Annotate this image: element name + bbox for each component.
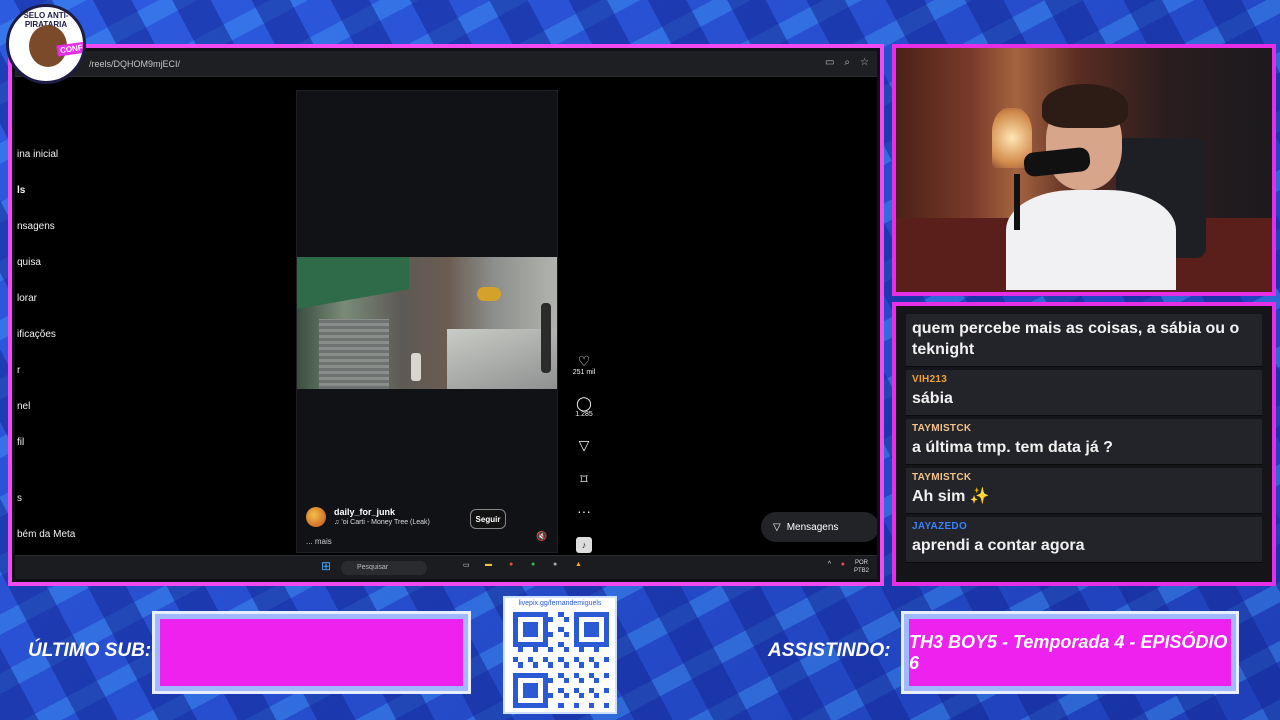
sidebar-item-dashboard[interactable]: nel (17, 401, 30, 412)
livepix-qr: livepix.gg/fernandemiguels (503, 596, 617, 714)
taskbar-search-label: Pesquisar (357, 564, 389, 571)
browser-toolbar: ▭ ⌕ ☆ (825, 57, 869, 68)
taskbar-search[interactable]: Pesquisar (341, 561, 427, 575)
last-sub-box (152, 611, 471, 694)
follow-button[interactable]: Seguir (470, 509, 506, 529)
task-view-icon[interactable]: ▭ (463, 561, 470, 569)
watching-label: ASSISTINDO: (768, 640, 891, 661)
tray-lang: POR (854, 560, 868, 566)
send-icon: ▽ (773, 521, 781, 533)
reel-player[interactable] (296, 90, 558, 553)
chat-message: quem percebe mais as coisas, a sábia ou … (906, 314, 1262, 367)
bookmark-icon: ⌑ (580, 471, 588, 487)
post-username[interactable]: daily_for_junk (334, 507, 395, 517)
watching-box: TH3 BOY5 - Temporada 4 - EPISÓDIO 6 (901, 611, 1239, 694)
tray-language[interactable]: POR PTB2 (854, 559, 869, 575)
obs-icon[interactable]: ● (553, 561, 557, 568)
post-music[interactable]: ♫ ’oi Carti - Money Tree (Leak) (334, 519, 430, 526)
comment-icon: ◯ (576, 395, 592, 411)
video-awning (297, 257, 409, 309)
chat-message: TAYMISTCK Ah sim ✨ (906, 468, 1262, 514)
windows-taskbar: ⊞ Pesquisar ▭ ▬ ● ● ● ▲ ^ ● POR PTB2 (15, 555, 877, 579)
mic-arm (1014, 174, 1020, 230)
whatsapp-icon[interactable]: ● (531, 561, 535, 568)
sidebar-item-notifications[interactable]: ificações (17, 329, 56, 340)
sidebar-item-create[interactable]: r (17, 365, 20, 376)
chat-username: JAYAZEDO (912, 521, 968, 532)
webcam-frame (892, 44, 1276, 296)
webcam-feed (896, 48, 1272, 292)
chat-list: quem percebe mais as coisas, a sábia ou … (906, 314, 1262, 566)
reel-video[interactable] (297, 257, 557, 389)
chat-message-text: sábia (912, 390, 953, 407)
tray-layout: PTB2 (853, 568, 869, 574)
chat-message-text: Ah sim ✨ (912, 488, 990, 505)
mute-icon[interactable]: 🔇 (536, 531, 547, 542)
chat-message-text: quem percebe mais as coisas, a sábia ou … (912, 320, 1240, 358)
tray-chevron-icon[interactable]: ^ (828, 561, 831, 568)
avatar[interactable] (306, 507, 326, 527)
app-icon[interactable]: ▲ (575, 561, 582, 568)
star-icon[interactable]: ☆ (860, 57, 869, 68)
audio-thumb-icon: ♪ (576, 537, 592, 553)
sidebar-item-more[interactable]: s (17, 493, 22, 504)
chat-username: TAYMISTCK (912, 423, 972, 434)
sidebar-item-home[interactable]: ina inicial (17, 149, 58, 160)
like-button[interactable]: ♡ 251 mil (567, 353, 601, 376)
caption-more[interactable]: ... mais (306, 537, 332, 546)
chat-message: JAYAZEDO aprendi a contar agora (906, 517, 1262, 563)
save-button[interactable]: ⌑ (567, 471, 601, 487)
chat-username: VIH213 (912, 374, 948, 385)
last-sub-label: ÚLTIMO SUB: (28, 640, 152, 661)
anti-piracy-badge: SELO ANTI-PIRATARIA CONFIA (6, 4, 86, 84)
video-person (541, 303, 551, 373)
watching-value: TH3 BOY5 - Temporada 4 - EPISÓDIO 6 (909, 631, 1228, 673)
cast-icon[interactable]: ▭ (825, 57, 834, 68)
messages-label: Mensagens (786, 521, 839, 533)
like-count: 251 mil (572, 369, 596, 376)
chat-message-text: aprendi a contar agora (912, 537, 1085, 554)
video-scooter (477, 287, 501, 301)
send-icon: ▽ (578, 437, 590, 453)
comment-count: 1.285 (575, 411, 593, 418)
chrome-icon[interactable]: ● (509, 561, 513, 568)
video-child (411, 353, 421, 381)
url-text: /reels/DQHOM9mjECI/ (89, 58, 181, 69)
qr-code (513, 612, 609, 708)
qr-module (603, 702, 609, 708)
video-shutter (319, 319, 389, 389)
qr-url: livepix.gg/fernandemiguels (518, 600, 602, 607)
sidebar-item-meta[interactable]: bém da Meta (17, 529, 75, 540)
more-options-button[interactable]: ··· (567, 503, 601, 519)
zoom-icon[interactable]: ⌕ (844, 57, 850, 68)
chat-frame: quem percebe mais as coisas, a sábia ou … (892, 302, 1276, 586)
sidebar-item-search[interactable]: quisa (17, 257, 41, 268)
chat-message-text: a última tmp. tem data já ? (912, 439, 1113, 456)
sidebar-item-reels[interactable]: ls (17, 185, 25, 196)
streamer (1006, 78, 1176, 290)
sidebar-item-messages[interactable]: nsagens (17, 221, 55, 232)
comment-button[interactable]: ◯ 1.285 (567, 395, 601, 418)
chat-message: TAYMISTCK a última tmp. tem data já ? (906, 419, 1262, 465)
chat-username: TAYMISTCK (912, 472, 972, 483)
sidebar-item-explore[interactable]: lorar (17, 293, 37, 304)
screen-capture-frame: /reels/DQHOM9mjECI/ ▭ ⌕ ☆ ina inicial ls… (8, 44, 884, 586)
chat-message: VIH213 sábia (906, 370, 1262, 416)
streamer-hair (1042, 84, 1128, 128)
folder-icon[interactable]: ▬ (485, 561, 492, 568)
audio-button[interactable]: ♪ (567, 537, 601, 553)
ellipsis-icon: ··· (577, 503, 591, 519)
sidebar-item-profile[interactable]: fil (17, 437, 24, 448)
streamer-shirt (1006, 190, 1176, 290)
heart-icon: ♡ (577, 353, 591, 369)
share-button[interactable]: ▽ (567, 437, 601, 453)
mic-icon[interactable]: ● (841, 561, 845, 568)
last-sub-value (160, 619, 463, 686)
instagram-sidebar: ina inicial ls nsagens quisa lorar ifica… (15, 77, 135, 579)
screen-capture: /reels/DQHOM9mjECI/ ▭ ⌕ ☆ ina inicial ls… (15, 51, 877, 579)
messages-button[interactable]: ▽ Mensagens (761, 512, 877, 542)
browser-url-bar[interactable]: /reels/DQHOM9mjECI/ ▭ ⌕ ☆ (15, 51, 877, 77)
windows-start-icon[interactable]: ⊞ (321, 559, 331, 573)
